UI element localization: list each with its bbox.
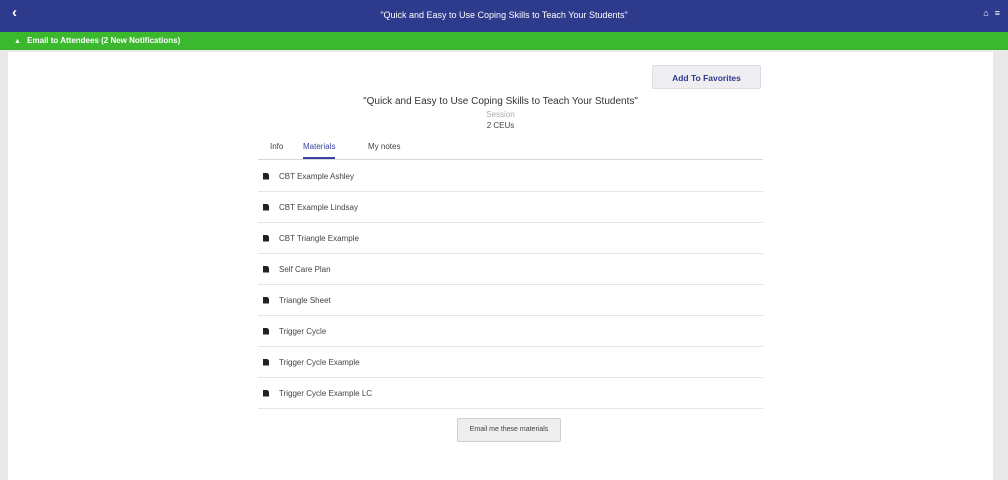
email-materials-button[interactable]: Email me these materials [457,418,561,442]
material-label: CBT Triangle Example [279,233,359,243]
session-panel: Add To Favorites "Quick and Easy to Use … [8,52,993,480]
file-icon [263,203,269,211]
session-title: "Quick and Easy to Use Coping Skills to … [363,96,638,107]
tab-info[interactable]: Info [270,142,283,157]
menu-icon[interactable]: ≡ [995,8,1000,18]
file-icon [263,389,269,397]
notification-bar[interactable]: ▲ Email to Attendees (2 New Notification… [0,32,1008,50]
material-label: Triangle Sheet [279,295,331,305]
file-icon [263,265,269,273]
list-item[interactable]: CBT Triangle Example [258,223,763,254]
file-icon [263,358,269,366]
top-icons: ⌂ ≡ [983,8,1000,18]
top-nav-bar: ‹ "Quick and Easy to Use Coping Skills t… [0,0,1008,32]
list-item[interactable]: Triangle Sheet [258,285,763,316]
tab-materials[interactable]: Materials [303,142,336,159]
notification-text: Email to Attendees (2 New Notifications) [27,36,181,45]
list-item[interactable]: CBT Example Ashley [258,161,763,192]
list-item[interactable]: CBT Example Lindsay [258,192,763,223]
home-icon[interactable]: ⌂ [983,8,988,18]
file-icon [263,327,269,335]
list-item[interactable]: Self Care Plan [258,254,763,285]
material-label: Trigger Cycle [279,326,327,336]
list-item[interactable]: Trigger Cycle Example [258,347,763,378]
tab-my-notes[interactable]: My notes [368,142,400,157]
session-type: Session [486,110,515,119]
tab-bar: Info Materials My notes [258,136,763,160]
material-label: Self Care Plan [279,264,331,274]
warning-icon: ▲ [14,38,21,45]
materials-list: CBT Example Ashley CBT Example Lindsay C… [258,161,763,409]
file-icon [263,172,269,180]
material-label: Trigger Cycle Example [279,357,360,367]
list-item[interactable]: Trigger Cycle [258,316,763,347]
material-label: Trigger Cycle Example LC [279,388,373,398]
file-icon [263,234,269,242]
material-label: CBT Example Lindsay [279,202,358,212]
page-title: "Quick and Easy to Use Coping Skills to … [380,10,628,20]
session-ceus: 2 CEUs [486,121,515,130]
add-to-favorites-button[interactable]: Add To Favorites [652,65,761,89]
file-icon [263,296,269,304]
material-label: CBT Example Ashley [279,171,354,181]
list-item[interactable]: Trigger Cycle Example LC [258,378,763,409]
